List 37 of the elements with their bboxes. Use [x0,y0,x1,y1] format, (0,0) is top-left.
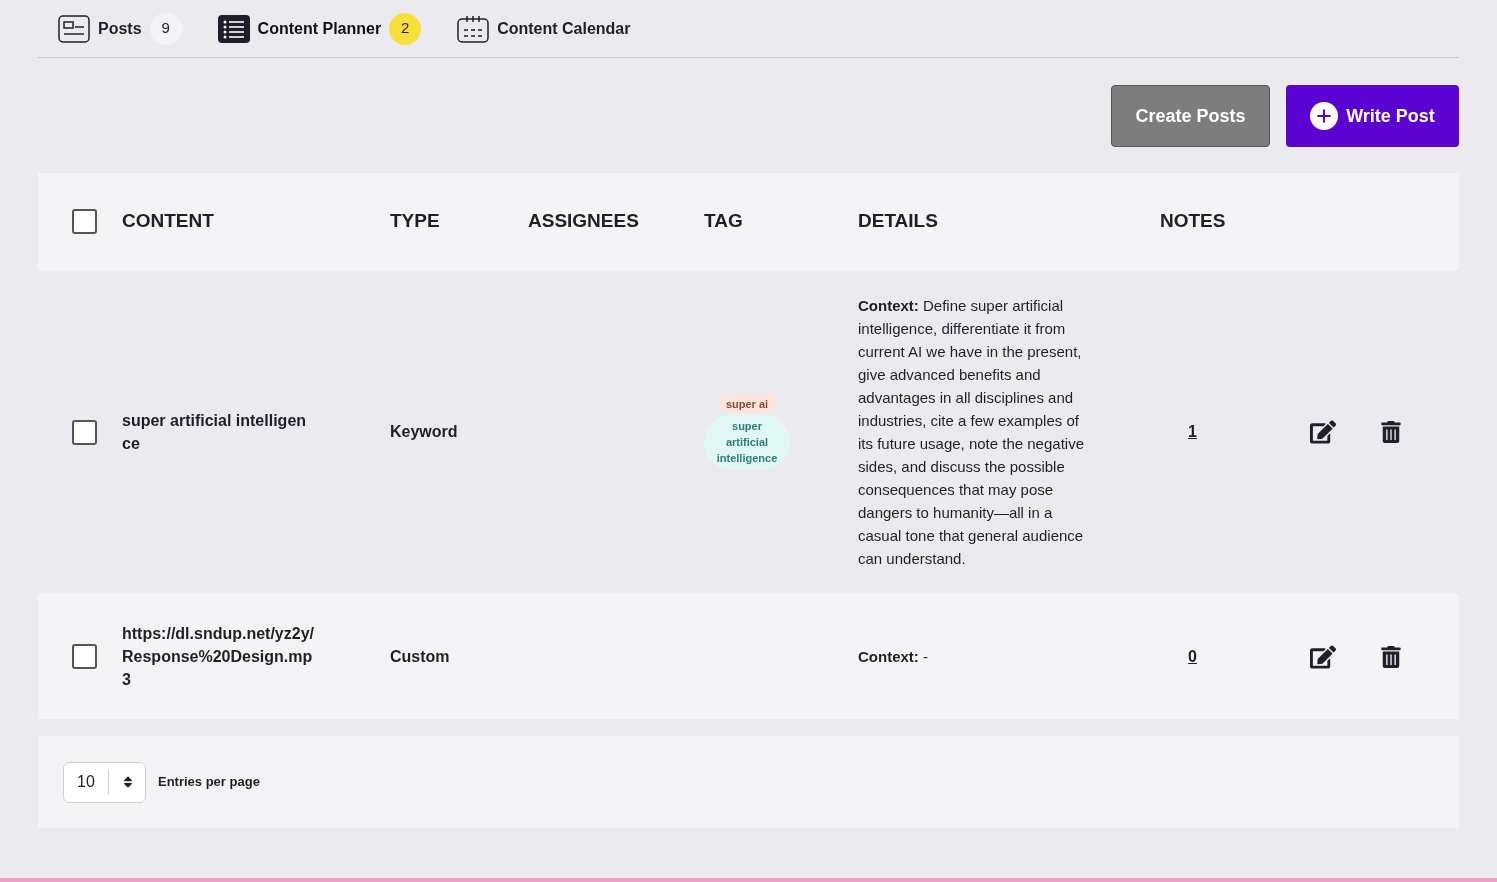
sort-icon [121,775,135,789]
column-header: NOTES [1160,209,1225,234]
tab[interactable]: Content Calendar [497,16,631,41]
details-text: Context: Define super artificial intelligence, differentiate it from current AI we have in the present, give advanced benefits and advantages in all disciplines and industries, cite a few examples of its future usage, note the negative sides, and discuss the possible consequences that may pose dangers to humanity—all in a casual tone that general audience can understand. [858,296,1085,569]
notes-link[interactable]: 0 [1160,644,1225,669]
column-header: DETAILS [858,209,939,234]
tab[interactable]: Content Planner [257,16,382,41]
delete-icon[interactable] [1380,645,1402,668]
content-cell-text: https://dl.sndup.net/yz2y/Response%20Design.mp3 [122,624,314,690]
list-icon [217,14,250,43]
details-text: Context: - [858,647,929,667]
tag-chip: super ai [717,394,777,414]
column-header: ASSIGNEES [528,209,640,234]
content-cell-text: super artificial intelligence [122,411,308,454]
per-page-label: Entries per page [158,773,260,792]
type-cell-text: Custom [390,646,451,667]
checkbox[interactable] [72,419,97,445]
column-header: TYPE [390,209,441,234]
column-header: CONTENT [122,209,215,234]
count-badge: 2 [389,12,422,45]
per-page-select[interactable]: 10 [63,761,146,803]
delete-icon[interactable] [1380,421,1402,443]
write-post-button[interactable]: Write Post [1286,85,1459,147]
edit-icon[interactable] [1310,643,1336,670]
notes-link[interactable]: 1 [1160,420,1225,444]
create-posts-button[interactable]: Create Posts [1111,85,1270,147]
edit-icon[interactable] [1310,419,1336,445]
card-icon [58,14,90,43]
tab[interactable]: Posts [98,16,142,41]
column-header: TAG [704,209,744,234]
count-badge: 9 [149,12,182,45]
type-cell-text: Keyword [390,422,459,442]
checkbox[interactable] [72,209,97,234]
plus-icon [1310,102,1339,130]
checkbox[interactable] [72,644,97,669]
calendar-icon [457,14,490,43]
tag-chip: super artificial intelligence [704,414,790,470]
